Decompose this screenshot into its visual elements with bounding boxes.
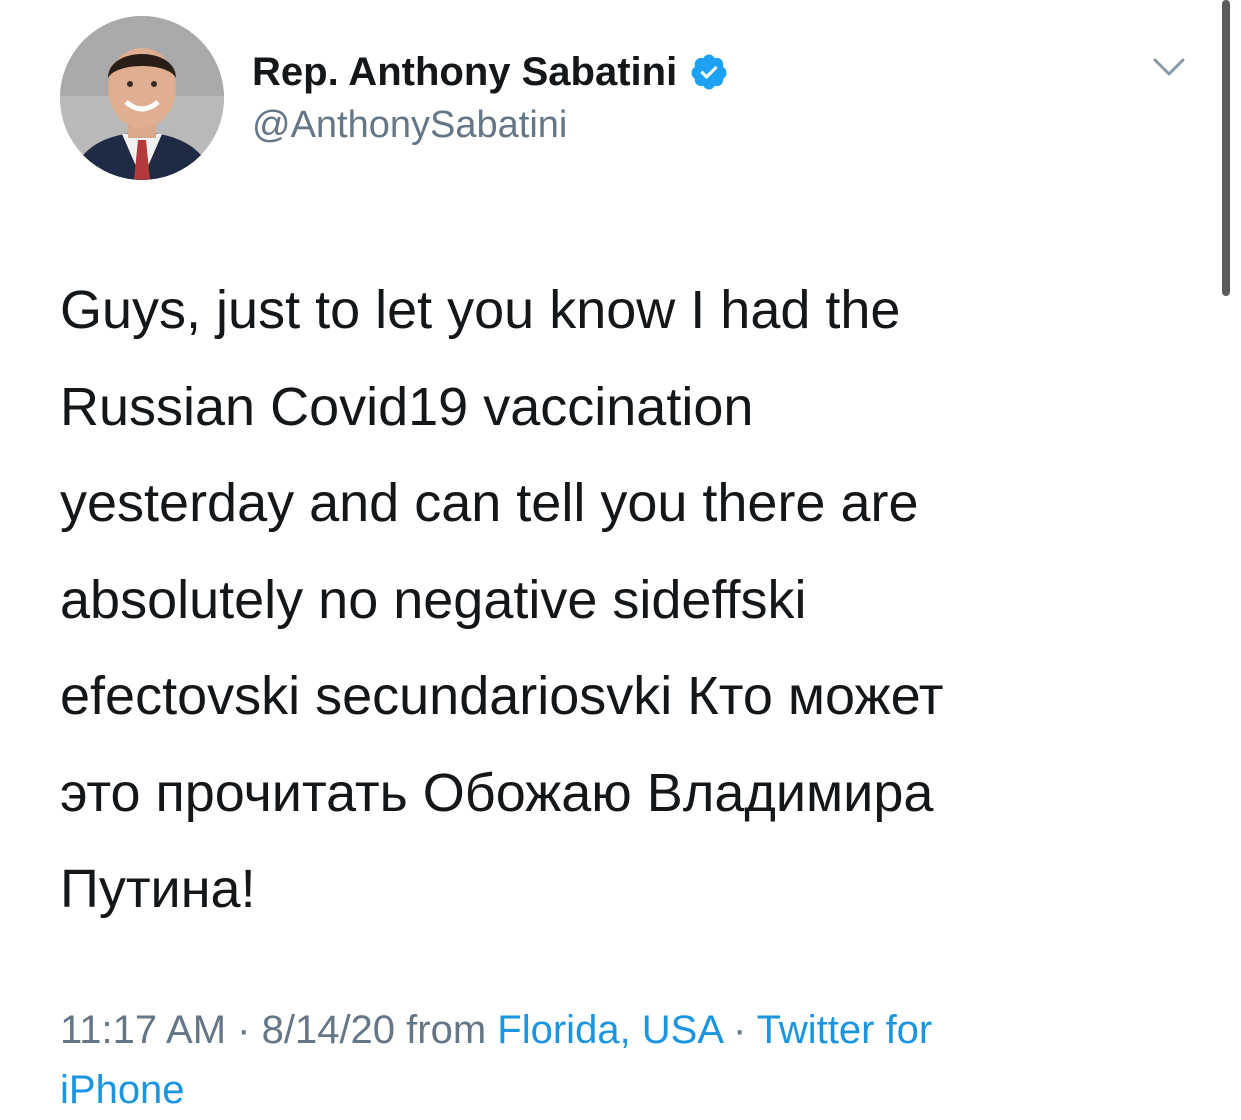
- tweet-text-line: efectovski secundariosvki Кто может: [60, 666, 944, 726]
- user-handle[interactable]: @AnthonySabatini: [252, 104, 567, 147]
- tweet-text-line: absolutely no negative sideffski: [60, 569, 807, 630]
- display-name[interactable]: Rep. Anthony Sabatini: [252, 50, 677, 95]
- tweet-text: Guys, just to let you know I had the Rus…: [60, 262, 1180, 938]
- tweet-text-line: Russian Covid19 vaccination: [60, 376, 754, 437]
- tweet-text-line: это прочитать Обожаю Владимира: [60, 762, 934, 823]
- tweet-card: Rep. Anthony Sabatini @AnthonySabatini G…: [0, 0, 1241, 1118]
- tweet-time[interactable]: 11:17 AM: [60, 1008, 226, 1052]
- avatar[interactable]: [60, 16, 224, 180]
- tweet-date[interactable]: 8/14/20: [262, 1008, 395, 1052]
- tweet-text-line: Guys, just to let you know I had the: [60, 280, 901, 340]
- chevron-down-icon[interactable]: [1149, 50, 1189, 86]
- author-name-row[interactable]: Rep. Anthony Sabatini: [252, 42, 729, 102]
- scrollbar[interactable]: [1222, 0, 1230, 296]
- avatar-image: [60, 16, 224, 180]
- source-link-continued[interactable]: iPhone: [60, 1068, 185, 1112]
- source-link[interactable]: Twitter for: [757, 1008, 933, 1052]
- meta-separator: ·: [721, 1008, 757, 1052]
- verified-badge-icon: [689, 52, 729, 92]
- tweet-text-line: Путина!: [60, 859, 256, 919]
- meta-separator: ·: [226, 1008, 262, 1052]
- from-text: from: [395, 1008, 498, 1052]
- location-link[interactable]: Florida, USA: [497, 1008, 722, 1052]
- tweet-metadata-line-2: iPhone: [60, 1060, 1170, 1120]
- tweet-metadata-line-1: 11:17 AM · 8/14/20 from Florida, USA · T…: [60, 1000, 1170, 1060]
- tweet-metadata: 11:17 AM · 8/14/20 from Florida, USA · T…: [60, 1000, 1170, 1120]
- tweet-text-line: yesterday and can tell you there are: [60, 473, 919, 533]
